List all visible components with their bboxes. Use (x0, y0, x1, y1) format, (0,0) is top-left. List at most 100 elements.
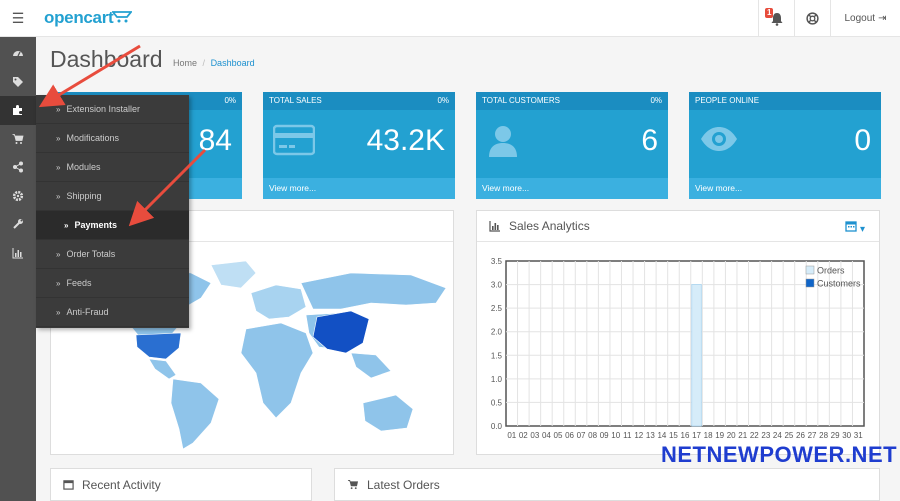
x-tick-label: 08 (588, 431, 597, 440)
x-tick-label: 11 (623, 431, 632, 440)
tile-view-more-link[interactable]: View more... (689, 178, 881, 199)
y-tick-label: 3.5 (491, 257, 503, 266)
x-tick-label: 27 (808, 431, 817, 440)
double-chevron-right-icon: » (56, 307, 61, 317)
menu-item-modules[interactable]: » Modules (36, 153, 189, 182)
legend-label: Orders (817, 266, 845, 276)
menu-item-shipping[interactable]: » Shipping (36, 182, 189, 211)
tile-percent: 0% (650, 96, 662, 105)
y-tick-label: 0.0 (491, 422, 503, 431)
menu-item-order-totals[interactable]: » Order Totals (36, 240, 189, 269)
sidebar-extensions[interactable] (0, 96, 36, 125)
double-chevron-right-icon: » (56, 104, 61, 114)
tile-value: 6 (641, 124, 658, 157)
y-tick-label: 2.5 (491, 304, 503, 313)
x-tick-label: 01 (507, 431, 516, 440)
shopping-cart-icon (12, 133, 24, 144)
user-icon (489, 126, 517, 157)
menu-toggle-icon[interactable]: ☰ (0, 0, 36, 37)
menu-item-label: Modules (66, 162, 101, 172)
breadcrumb-dashboard[interactable]: Dashboard (211, 58, 255, 68)
x-tick-label: 23 (761, 431, 770, 440)
menu-item-label: Feeds (66, 278, 92, 288)
sidebar-catalog[interactable] (0, 68, 36, 97)
menu-item-anti-fraud[interactable]: » Anti-Fraud (36, 298, 189, 327)
sidebar-tools[interactable] (0, 210, 36, 239)
breadcrumb-separator: / (202, 58, 206, 68)
menu-item-extension-installer[interactable]: » Extension Installer (36, 95, 189, 124)
double-chevron-right-icon: » (56, 191, 61, 201)
latest-orders-title: Latest Orders (367, 477, 440, 492)
eye-icon (701, 127, 737, 151)
sign-out-icon: ⇥ (878, 13, 887, 24)
sidebar-settings[interactable] (0, 182, 36, 211)
help-button[interactable] (794, 0, 830, 37)
x-tick-label: 31 (854, 431, 863, 440)
x-tick-label: 26 (796, 431, 805, 440)
tile-people-online: PEOPLE ONLINE 0 View more... (689, 92, 881, 199)
sidebar-dashboard[interactable] (0, 39, 36, 68)
y-tick-label: 2.0 (491, 328, 503, 337)
sidebar-share[interactable] (0, 153, 36, 182)
menu-item-payments[interactable]: » Payments (36, 211, 189, 240)
calendar-dropdown-button[interactable]: ▾ (845, 220, 865, 235)
tile-total-customers: TOTAL CUSTOMERS 0% 6 View more... (476, 92, 668, 199)
notifications-button[interactable]: 1 (758, 0, 794, 37)
menu-item-feeds[interactable]: » Feeds (36, 269, 189, 298)
tile-percent: 0% (224, 96, 236, 105)
legend-label: Customers (817, 279, 861, 289)
recent-activity-panel: Recent Activity (50, 468, 312, 501)
double-chevron-right-icon: » (56, 249, 61, 259)
x-tick-label: 12 (634, 431, 643, 440)
top-header: ☰ opencart 1 Logout ⇥ (0, 0, 900, 37)
x-tick-label: 14 (657, 431, 666, 440)
double-chevron-right-icon: » (64, 220, 69, 230)
tile-value: 43.2K (366, 124, 445, 157)
tile-title: PEOPLE ONLINE (695, 96, 760, 105)
sidebar (0, 37, 36, 501)
tile-view-more-link[interactable]: View more... (476, 178, 668, 199)
tile-percent: 0% (437, 96, 449, 105)
menu-item-label: Anti-Fraud (66, 307, 109, 317)
x-tick-label: 25 (784, 431, 793, 440)
sidebar-sales[interactable] (0, 125, 36, 154)
y-tick-label: 0.5 (491, 398, 503, 407)
logout-label: Logout (844, 13, 876, 24)
x-tick-label: 07 (577, 431, 586, 440)
gear-icon (12, 190, 24, 201)
sales-chart: 0.0 0.5 1.0 1.5 2.0 2.5 3.0 3.5 01 02 03 04 05 06 07 08… (491, 257, 865, 440)
watermark: NETNEWPOWER.NET (661, 442, 898, 467)
x-tick-label: 18 (704, 431, 713, 440)
x-tick-label: 09 (600, 431, 609, 440)
x-tick-label: 16 (681, 431, 690, 440)
x-tick-label: 04 (542, 431, 551, 440)
x-tick-label: 28 (819, 431, 828, 440)
sales-analytics-header: Sales Analytics (477, 211, 879, 242)
logo[interactable]: opencart (44, 8, 114, 28)
logout-button[interactable]: Logout ⇥ (830, 0, 900, 37)
y-tick-label: 1.0 (491, 375, 503, 384)
x-tick-label: 30 (842, 431, 851, 440)
x-tick-label: 29 (831, 431, 840, 440)
tile-view-more-link[interactable]: View more... (263, 178, 455, 199)
x-tick-label: 22 (750, 431, 759, 440)
calendar-icon (845, 221, 857, 232)
y-tick-label: 3.0 (491, 281, 503, 290)
caret-down-icon: ▾ (859, 224, 865, 235)
sales-analytics-title: Sales Analytics (509, 219, 590, 233)
x-tick-label: 24 (773, 431, 782, 440)
tile-title: TOTAL SALES (269, 96, 322, 105)
menu-item-label: Order Totals (66, 249, 116, 259)
x-tick-label: 19 (715, 431, 724, 440)
recent-activity-title: Recent Activity (82, 477, 161, 492)
bar-chart-icon (489, 220, 500, 232)
share-icon (13, 161, 23, 173)
sidebar-reports[interactable] (0, 239, 36, 268)
breadcrumb-home[interactable]: Home (173, 58, 197, 68)
bar-chart-icon (12, 247, 23, 259)
menu-item-label: Extension Installer (66, 104, 140, 114)
dashboard-icon (13, 51, 23, 57)
extensions-dropdown-menu: » Extension Installer » Modifications » Mod… (36, 95, 189, 328)
menu-item-modifications[interactable]: » Modifications (36, 124, 189, 153)
bar-orders (691, 284, 702, 427)
